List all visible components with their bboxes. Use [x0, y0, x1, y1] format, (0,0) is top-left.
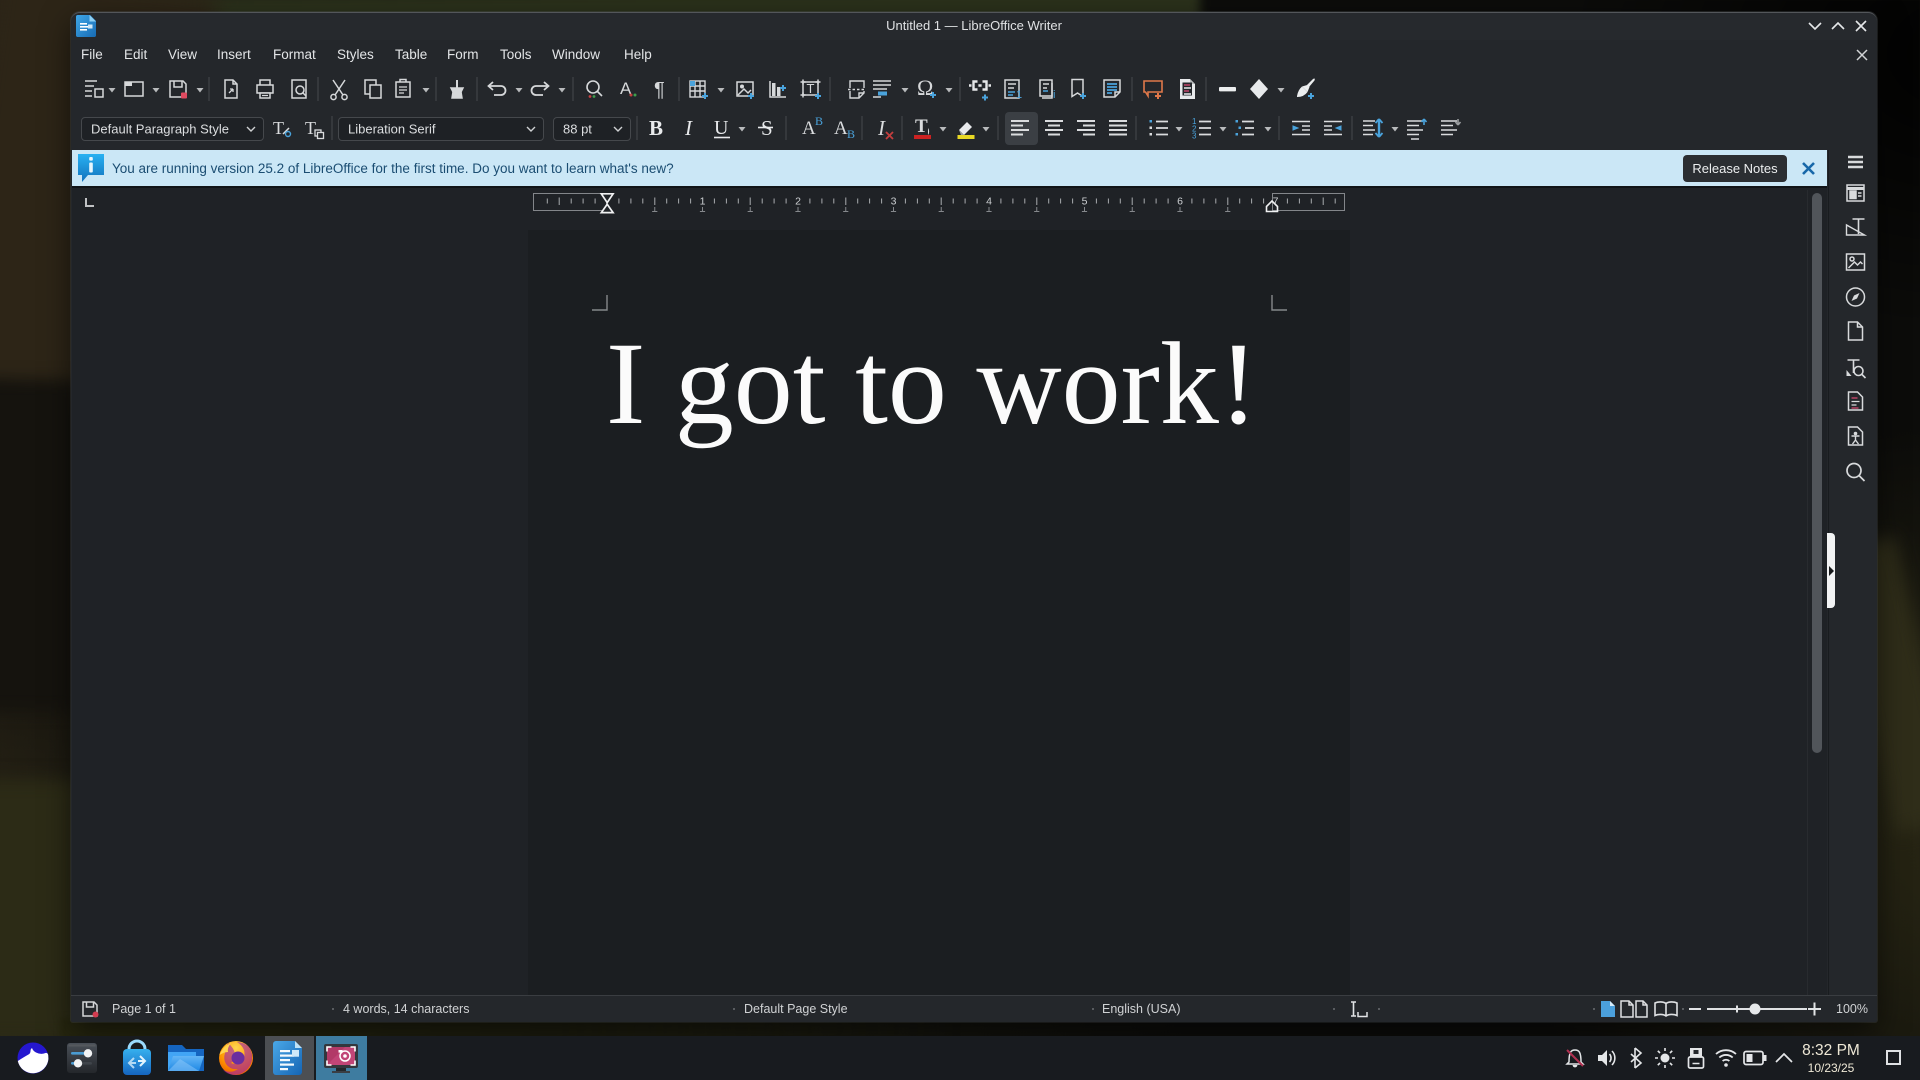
svg-text:U: U [714, 117, 729, 139]
svg-text:1: 1 [700, 196, 706, 208]
svg-text:B: B [649, 116, 663, 140]
svg-text:I: I [684, 116, 693, 140]
svg-text:T: T [273, 118, 284, 138]
svg-text:5: 5 [1082, 196, 1088, 208]
svg-text:T: T [915, 116, 928, 137]
svg-text:4: 4 [986, 196, 992, 208]
svg-text:6: 6 [1177, 196, 1183, 208]
svg-text:B: B [815, 114, 823, 128]
svg-text:I: I [877, 116, 886, 140]
svg-text:B: B [847, 127, 855, 141]
svg-text:3: 3 [891, 196, 897, 208]
svg-text:A: A [802, 118, 816, 139]
svg-text:3: 3 [1192, 132, 1197, 141]
svg-text:A: A [834, 118, 848, 139]
svg-text:2: 2 [795, 196, 801, 208]
